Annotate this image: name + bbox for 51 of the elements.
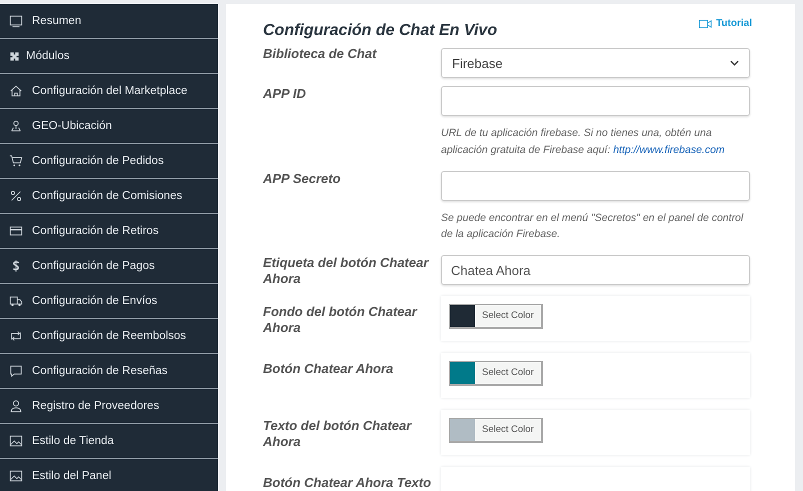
chat-icon bbox=[9, 364, 23, 378]
text-input[interactable]: Chatea Ahora bbox=[441, 255, 750, 286]
sidebar-item[interactable]: Configuración de Reembolsos bbox=[0, 319, 218, 354]
sidebar-item[interactable]: Configuración de Pagos bbox=[0, 249, 218, 284]
field-label: Botón Chatear Ahora Texto bbox=[263, 474, 432, 491]
credit-card-icon bbox=[9, 224, 23, 238]
sidebar-item[interactable]: Configuración de Comisiones bbox=[0, 179, 218, 214]
sidebar-item[interactable]: Configuración de Envíos bbox=[0, 284, 218, 319]
location-icon bbox=[9, 119, 23, 133]
sidebar-item[interactable]: Configuración de Reseñas bbox=[0, 354, 218, 389]
sidebar-item[interactable]: Configuración de Retiros bbox=[0, 214, 218, 249]
sidebar-item[interactable]: Resumen bbox=[0, 4, 218, 39]
user-icon bbox=[9, 399, 23, 413]
repeat-icon bbox=[9, 329, 23, 343]
video-icon bbox=[699, 18, 712, 28]
field-label: Etiqueta del botón Chatear Ahora bbox=[263, 255, 430, 288]
select-color-button[interactable]: Select Color bbox=[449, 418, 543, 443]
sidebar-item[interactable]: Configuración de Pedidos bbox=[0, 144, 218, 179]
panel-title: Configuración de Chat En Vivo bbox=[263, 22, 498, 40]
cart-icon bbox=[9, 154, 23, 168]
chat-library-select[interactable]: Firebase bbox=[441, 48, 750, 78]
select-color-button[interactable]: Select Color bbox=[449, 360, 543, 386]
text-input[interactable] bbox=[441, 86, 750, 116]
text-input[interactable] bbox=[441, 170, 750, 201]
sidebar-item[interactable]: GEO-Ubicación bbox=[0, 109, 218, 144]
field-label: Biblioteca de Chat bbox=[263, 46, 378, 62]
puzzle-icon bbox=[9, 50, 20, 62]
sidebar-item[interactable]: Módulos bbox=[0, 39, 218, 74]
sidebar-item[interactable]: Estilo del Panel bbox=[0, 459, 218, 491]
sidebar-item[interactable]: Estilo de Tienda bbox=[0, 424, 218, 459]
sidebar-item[interactable]: Registro de Proveedores bbox=[0, 389, 218, 424]
truck-icon bbox=[9, 294, 23, 308]
field-label: Botón Chatear Ahora bbox=[263, 360, 394, 377]
help-text: URL de tu aplicación firebase. Si no tienes una, obtén una aplicación gratuita de Firebase aquí: http://www.firebase.com bbox=[441, 126, 726, 158]
field-label: APP Secreto bbox=[263, 170, 342, 187]
help-text: Se puede encontrar en el menú "Secretos" en el panel de control de la aplicación Firebase. bbox=[441, 210, 744, 242]
chevron-down-icon bbox=[730, 60, 739, 66]
sidebar-item[interactable]: Configuración del Marketplace bbox=[0, 74, 218, 109]
home-icon bbox=[9, 84, 23, 98]
select-color-label: Select Color bbox=[481, 367, 535, 378]
select-color-label: Select Color bbox=[481, 424, 535, 436]
firebase-link[interactable]: http://www.firebase.com bbox=[613, 144, 725, 156]
select-color-button[interactable]: Select Color bbox=[449, 304, 543, 329]
image-icon bbox=[9, 469, 23, 483]
select-color-label: Select Color bbox=[481, 310, 535, 322]
field-label: Fondo del botón Chatear Ahora bbox=[263, 302, 418, 336]
field-label: APP ID bbox=[263, 86, 307, 102]
percent-icon bbox=[9, 189, 23, 203]
monitor-icon bbox=[9, 14, 23, 28]
field-label: Texto del botón Chatear Ahora bbox=[263, 416, 413, 450]
image-icon bbox=[9, 434, 23, 448]
